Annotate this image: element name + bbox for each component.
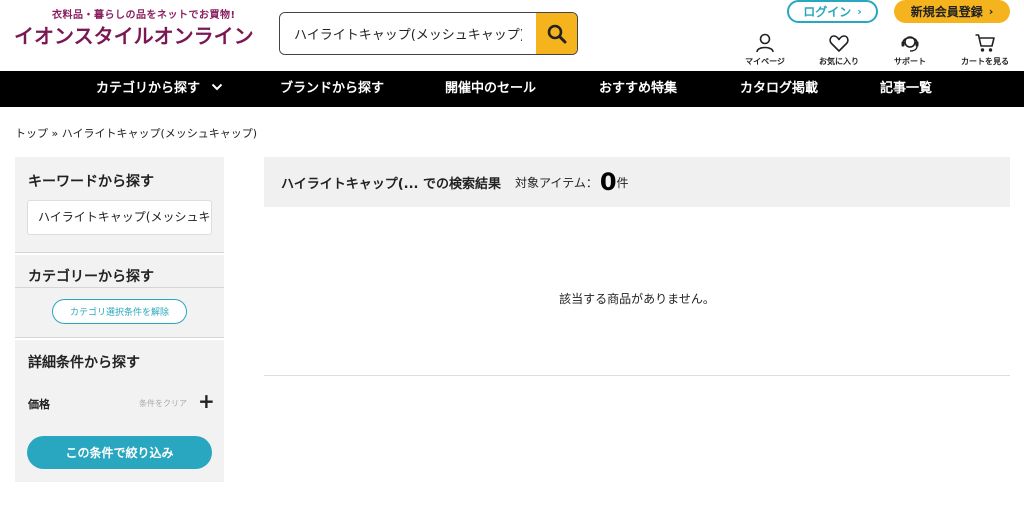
headset-icon	[901, 36, 919, 52]
keyword-section-title: キーワードから探す	[28, 174, 154, 190]
support-label: サポート	[894, 57, 926, 66]
nav-item-categories[interactable]: カテゴリから探す	[96, 71, 223, 107]
chevron-right-icon: ›	[857, 5, 862, 18]
nav-item-features[interactable]: おすすめ特集	[599, 71, 677, 107]
register-button[interactable]: 新規会員登録 ›	[894, 0, 1010, 23]
category-section-title: カテゴリーから探す	[28, 269, 154, 285]
nav-item-label: カテゴリから探す	[96, 81, 201, 96]
search-input[interactable]	[280, 13, 536, 54]
favorites-link[interactable]: お気に入り	[809, 32, 869, 67]
mypage-link[interactable]: マイページ	[735, 32, 795, 67]
section-divider	[15, 253, 224, 255]
chevron-right-icon: ›	[988, 5, 994, 18]
section-divider	[15, 338, 224, 340]
empty-results-message: 該当する商品がありません。	[559, 292, 715, 306]
cart-link[interactable]: カートを見る	[955, 32, 1015, 67]
nav-item-label: おすすめ特集	[599, 81, 678, 96]
logo-text: イオンスタイルオンライン	[14, 24, 254, 48]
login-button[interactable]: ログイン ›	[787, 0, 878, 23]
breadcrumb-separator: »	[51, 127, 59, 140]
search-icon	[547, 24, 566, 43]
site-header: 衣料品・暮らしの品をネットでお買物! イオンスタイルオンライン ログイン › 新…	[0, 0, 1024, 71]
nav-item-label: カタログ掲載	[740, 81, 819, 96]
site-logo[interactable]: 衣料品・暮らしの品をネットでお買物! イオンスタイルオンライン	[14, 10, 254, 50]
apply-filter-button[interactable]: この条件で絞り込み	[27, 436, 212, 469]
search-box	[279, 12, 578, 55]
nav-item-label: ブランドから探す	[280, 81, 385, 96]
nav-item-brands[interactable]: ブランドから探す	[280, 71, 384, 107]
breadcrumb: トップ » ハイライトキャップ(メッシュキャップ)	[15, 125, 257, 141]
mypage-label: マイページ	[745, 57, 785, 66]
search-button[interactable]	[536, 13, 577, 54]
results-divider	[264, 375, 1010, 376]
heart-icon	[829, 35, 849, 52]
logo-tagline: 衣料品・暮らしの品をネットでお買物!	[52, 10, 236, 21]
target-items-label: 対象アイテム：	[515, 175, 598, 190]
search-query-text: ハイライトキャップ(... での検索結果	[281, 176, 502, 192]
search-result-header: ハイライトキャップ(... での検索結果 対象アイテム： 0 件	[264, 157, 1010, 207]
user-icon	[756, 33, 774, 53]
search-sidebar: キーワードから探す ハイライトキャップ(メッシュキャップ) カテゴリーから探す …	[15, 157, 224, 482]
login-label: ログイン	[803, 5, 852, 19]
cart-label: カートを見る	[961, 57, 1009, 66]
nav-item-articles[interactable]: 記事一覧	[880, 71, 932, 107]
nav-item-label: 開催中のセール	[445, 81, 537, 96]
register-label: 新規会員登録	[910, 5, 983, 19]
favorites-label: お気に入り	[819, 57, 859, 66]
price-clear-link[interactable]: 条件をクリア	[139, 398, 187, 409]
plus-icon[interactable]: +	[198, 391, 215, 411]
result-count: 0	[599, 168, 617, 196]
nav-item-label: 記事一覧	[880, 81, 933, 96]
breadcrumb-home[interactable]: トップ	[15, 127, 48, 140]
cart-icon	[975, 34, 995, 52]
section-divider	[15, 287, 224, 288]
global-nav: カテゴリから探す ブランドから探す 開催中のセール おすすめ特集 カタログ掲載 …	[0, 71, 1024, 107]
breadcrumb-current: ハイライトキャップ(メッシュキャップ)	[61, 127, 258, 140]
support-link[interactable]: サポート	[880, 32, 940, 67]
nav-item-sale[interactable]: 開催中のセール	[445, 71, 536, 107]
price-filter-label: 価格	[28, 398, 50, 411]
keyword-input[interactable]: ハイライトキャップ(メッシュキャップ)	[27, 200, 212, 235]
nav-item-catalog[interactable]: カタログ掲載	[740, 71, 818, 107]
category-clear-button[interactable]: カテゴリ選択条件を解除	[52, 299, 187, 324]
result-count-unit: 件	[616, 175, 629, 190]
chevron-down-icon	[211, 83, 222, 91]
detail-section-title: 詳細条件から探す	[28, 355, 140, 371]
